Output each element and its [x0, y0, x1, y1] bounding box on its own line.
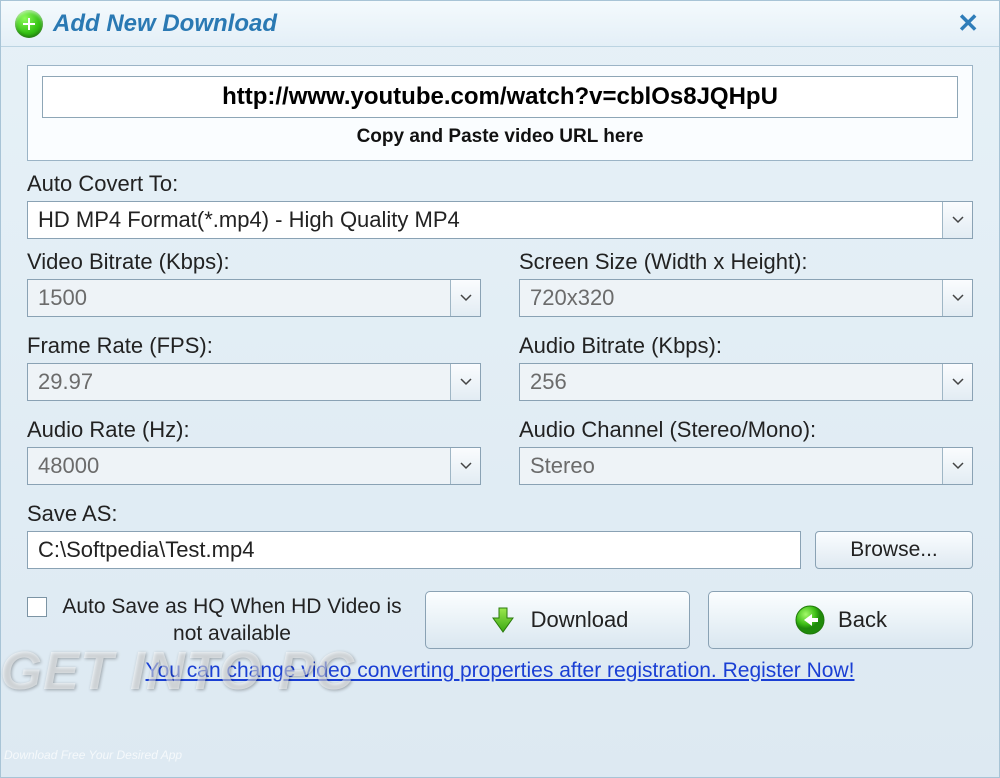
- auto-convert-value: HD MP4 Format(*.mp4) - High Quality MP4: [28, 202, 942, 238]
- download-button-label: Download: [531, 607, 629, 633]
- back-button[interactable]: Back: [708, 591, 973, 649]
- audio-rate-dropdown[interactable]: 48000: [27, 447, 481, 485]
- content-area: Copy and Paste video URL here Auto Cover…: [1, 47, 999, 691]
- back-button-label: Back: [838, 607, 887, 633]
- audio-channel-value: Stereo: [520, 448, 942, 484]
- audio-bitrate-label: Audio Bitrate (Kbps):: [519, 333, 973, 359]
- screen-size-dropdown[interactable]: 720x320: [519, 279, 973, 317]
- browse-button[interactable]: Browse...: [815, 531, 973, 569]
- dialog-title: Add New Download: [53, 10, 951, 38]
- audio-rate-label: Audio Rate (Hz):: [27, 417, 481, 443]
- autosave-checkbox[interactable]: [27, 597, 47, 617]
- audio-bitrate-dropdown[interactable]: 256: [519, 363, 973, 401]
- dialog-window: Add New Download ✕ Copy and Paste video …: [0, 0, 1000, 778]
- chevron-down-icon[interactable]: [942, 448, 972, 484]
- frame-rate-value: 29.97: [28, 364, 450, 400]
- back-icon: [794, 604, 826, 636]
- audio-channel-label: Audio Channel (Stereo/Mono):: [519, 417, 973, 443]
- download-icon: [487, 604, 519, 636]
- register-link[interactable]: You can change video converting properti…: [27, 659, 973, 683]
- save-as-label: Save AS:: [27, 501, 973, 527]
- url-input[interactable]: [42, 76, 958, 118]
- video-bitrate-dropdown[interactable]: 1500: [27, 279, 481, 317]
- chevron-down-icon[interactable]: [450, 448, 480, 484]
- screen-size-label: Screen Size (Width x Height):: [519, 249, 973, 275]
- settings-grid: Video Bitrate (Kbps): 1500 Screen Size (…: [27, 239, 973, 569]
- add-icon: [15, 10, 43, 38]
- bottom-row: Auto Save as HQ When HD Video is not ava…: [27, 591, 973, 649]
- frame-rate-label: Frame Rate (FPS):: [27, 333, 481, 359]
- save-as-input[interactable]: [27, 531, 801, 569]
- chevron-down-icon[interactable]: [450, 364, 480, 400]
- download-button[interactable]: Download: [425, 591, 690, 649]
- url-help-text: Copy and Paste video URL here: [42, 126, 958, 148]
- chevron-down-icon[interactable]: [450, 280, 480, 316]
- autosave-checkbox-wrap: Auto Save as HQ When HD Video is not ava…: [27, 593, 407, 648]
- chevron-down-icon[interactable]: [942, 280, 972, 316]
- audio-rate-value: 48000: [28, 448, 450, 484]
- titlebar: Add New Download ✕: [1, 1, 999, 47]
- close-button[interactable]: ✕: [951, 8, 985, 39]
- url-section: Copy and Paste video URL here: [27, 65, 973, 161]
- video-bitrate-value: 1500: [28, 280, 450, 316]
- frame-rate-dropdown[interactable]: 29.97: [27, 363, 481, 401]
- chevron-down-icon[interactable]: [942, 202, 972, 238]
- audio-channel-dropdown[interactable]: Stereo: [519, 447, 973, 485]
- auto-convert-label: Auto Covert To:: [27, 171, 973, 197]
- video-bitrate-label: Video Bitrate (Kbps):: [27, 249, 481, 275]
- chevron-down-icon[interactable]: [942, 364, 972, 400]
- auto-convert-dropdown[interactable]: HD MP4 Format(*.mp4) - High Quality MP4: [27, 201, 973, 239]
- audio-bitrate-value: 256: [520, 364, 942, 400]
- autosave-label: Auto Save as HQ When HD Video is not ava…: [57, 593, 407, 648]
- screen-size-value: 720x320: [520, 280, 942, 316]
